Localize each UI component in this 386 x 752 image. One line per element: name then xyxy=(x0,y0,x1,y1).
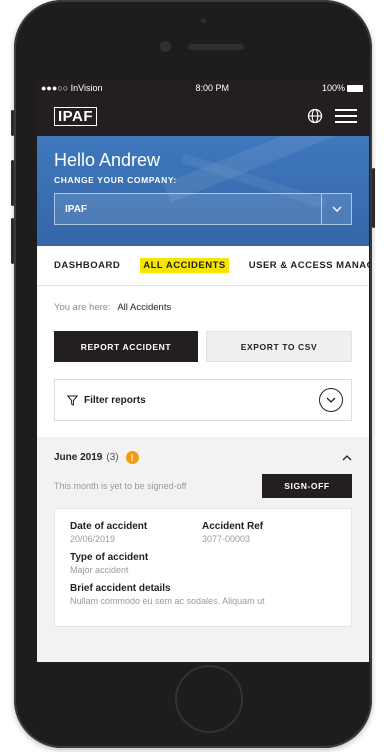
accident-card[interactable]: Date of accident 20/06/2019 Accident Ref… xyxy=(54,508,352,627)
signoff-row: This month is yet to be signed-off SIGN-… xyxy=(54,474,352,498)
status-time: 8:00 PM xyxy=(195,83,230,93)
filter-icon xyxy=(67,395,78,406)
company-select[interactable]: IPAF xyxy=(54,193,352,225)
breadcrumb: You are here: All Accidents xyxy=(54,302,352,313)
expand-filter-icon[interactable] xyxy=(319,388,343,412)
greeting-text: Hello Andrew xyxy=(54,150,161,170)
welcome-banner: Hello Andrew CHANGE YOUR COMPANY: IPAF xyxy=(37,136,369,246)
export-csv-button[interactable]: EXPORT TO CSV xyxy=(206,331,352,362)
ref-label: Accident Ref xyxy=(202,521,264,532)
details-field: Brief accident details Nullam commodo eu… xyxy=(70,583,336,606)
chevron-down-icon[interactable] xyxy=(321,194,351,224)
date-value: 20/06/2019 xyxy=(70,534,116,544)
report-accident-button[interactable]: REPORT ACCIDENT xyxy=(54,331,198,362)
app-header: IPAF xyxy=(37,96,369,136)
status-bar: ●●●○○ InVision 8:00 PM 100% xyxy=(37,80,369,96)
tab-user-access-management[interactable]: USER & ACCESS MANAG xyxy=(249,260,369,271)
date-field: Date of accident 20/06/2019 xyxy=(70,521,202,544)
main-tabs: DASHBOARD ALL ACCIDENTS USER & ACCESS MA… xyxy=(37,246,369,286)
filter-reports-header: Filter reports xyxy=(67,395,146,406)
volume-up-button xyxy=(11,160,14,206)
main-content: You are here: All Accidents REPORT ACCID… xyxy=(37,302,369,421)
proximity-sensor xyxy=(201,18,206,23)
tab-dashboard[interactable]: DASHBOARD xyxy=(54,260,120,271)
power-button xyxy=(372,168,375,228)
chevron-up-icon[interactable] xyxy=(342,454,352,461)
month-label: June 2019 xyxy=(54,452,103,463)
breadcrumb-prefix: You are here: xyxy=(54,302,111,313)
front-camera xyxy=(160,41,171,52)
action-buttons: REPORT ACCIDENT EXPORT TO CSV xyxy=(54,331,352,362)
month-report-count: (3) xyxy=(106,452,119,463)
change-company-label: CHANGE YOUR COMPANY: xyxy=(54,175,177,185)
month-header[interactable]: June 2019 (3) ! xyxy=(54,451,352,464)
month-group: June 2019 (3) ! This month is yet to be … xyxy=(37,437,369,662)
date-label: Date of accident xyxy=(70,521,148,532)
ref-value: 3077-00003 xyxy=(202,534,251,544)
battery-percent: 100% xyxy=(321,83,345,93)
filter-reports-panel[interactable]: Filter reports xyxy=(54,379,352,421)
warning-icon: ! xyxy=(125,451,139,464)
earpiece-speaker xyxy=(188,44,244,50)
battery-indicator: 100% xyxy=(322,83,363,93)
filter-reports-label: Filter reports xyxy=(84,394,146,406)
globe-icon[interactable] xyxy=(307,108,323,124)
tab-all-accidents[interactable]: ALL ACCIDENTS xyxy=(140,258,229,273)
ref-field: Accident Ref 3077-00003 xyxy=(202,521,334,544)
type-label: Type of accident xyxy=(70,552,149,563)
battery-icon xyxy=(346,85,363,92)
accident-card-row: Date of accident 20/06/2019 Accident Ref… xyxy=(70,521,336,552)
details-label: Brief accident details xyxy=(70,583,171,594)
mute-switch xyxy=(11,110,14,136)
type-value: Major accident xyxy=(70,565,129,575)
volume-down-button xyxy=(11,218,14,264)
type-field: Type of accident Major accident xyxy=(70,552,336,575)
header-actions xyxy=(307,108,357,124)
details-value: Nullam commodo eu sem ac sodales. Aliqua… xyxy=(70,596,265,606)
company-select-value: IPAF xyxy=(65,203,88,215)
ipaf-logo[interactable]: IPAF xyxy=(54,106,98,126)
home-button[interactable] xyxy=(175,665,243,733)
breadcrumb-current: All Accidents xyxy=(117,302,172,313)
hamburger-menu-icon[interactable] xyxy=(335,109,357,123)
month-title: June 2019 (3) ! xyxy=(54,451,139,464)
phone-screen: ●●●○○ InVision 8:00 PM 100% IPAF Hello A… xyxy=(37,80,369,662)
carrier-label: ●●●○○ InVision xyxy=(41,83,103,93)
sign-off-button[interactable]: SIGN-OFF xyxy=(262,474,352,498)
signoff-status-text: This month is yet to be signed-off xyxy=(54,481,187,491)
